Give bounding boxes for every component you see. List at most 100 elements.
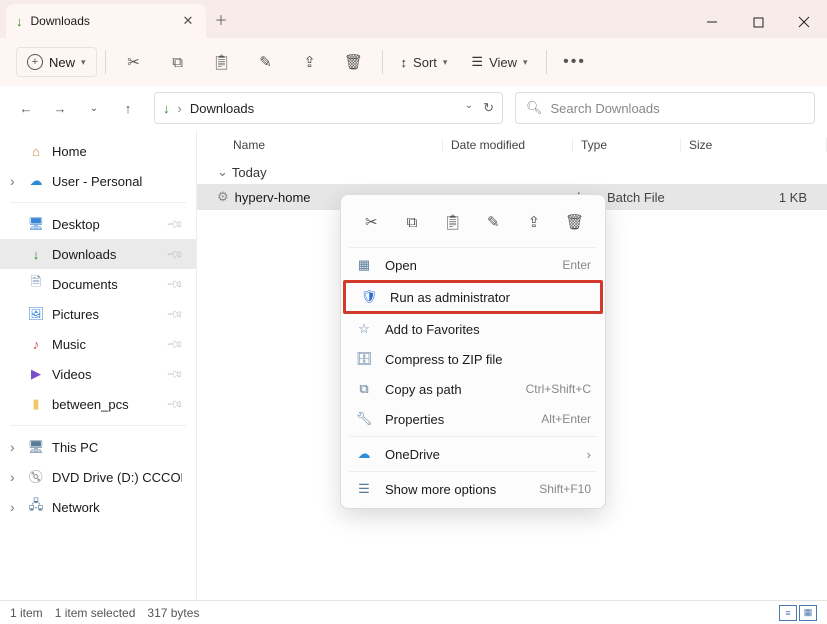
- sidebar-network[interactable]: 🖧Network: [0, 492, 196, 522]
- sort-label: Sort: [413, 55, 437, 70]
- chevron-down-icon: ⌄: [217, 164, 228, 180]
- tab-downloads[interactable]: ↓ Downloads ✕: [6, 4, 206, 38]
- chevron-down-icon[interactable]: ⌄: [465, 100, 473, 116]
- selected-count: 1 item selected: [55, 606, 136, 620]
- location-text: Downloads: [190, 101, 254, 116]
- sidebar-videos[interactable]: ▶Videos📌︎: [0, 359, 196, 389]
- selected-bytes: 317 bytes: [147, 606, 199, 620]
- sort-icon: ↕: [401, 55, 408, 70]
- sort-button[interactable]: ↕ Sort ▾: [391, 55, 458, 70]
- new-label: New: [49, 55, 75, 70]
- close-window-button[interactable]: [781, 6, 827, 38]
- sidebar-desktop[interactable]: 🖥︎Desktop📌︎: [0, 209, 196, 239]
- group-today[interactable]: ⌄ Today: [197, 160, 827, 184]
- sidebar-user[interactable]: ☁User - Personal: [0, 166, 196, 196]
- sidebar-pictures[interactable]: 🖼︎Pictures📌︎: [0, 299, 196, 329]
- ctx-copy-button[interactable]: ⧉: [397, 207, 427, 237]
- cloud-icon: ☁: [28, 173, 44, 189]
- open-icon: ▦: [355, 257, 373, 273]
- up-button[interactable]: ↑: [114, 94, 142, 122]
- col-type[interactable]: Type: [573, 138, 681, 152]
- sidebar-documents[interactable]: 🗎Documents📌︎: [0, 269, 196, 299]
- pin-icon: 📌︎: [165, 274, 184, 293]
- new-tab-button[interactable]: ＋: [206, 10, 236, 29]
- ctx-compress[interactable]: 🗄︎ Compress to ZIP file: [341, 344, 605, 374]
- desktop-icon: 🖥︎: [28, 216, 44, 232]
- download-icon: ↓: [163, 101, 170, 116]
- view-icon: ☰: [471, 54, 483, 70]
- toolbar: + New ▾ ✂ ⧉ 📋︎ ✎ ⇪ 🗑︎ ↕ Sort ▾ ☰ View ▾ …: [0, 38, 827, 86]
- download-icon: ↓: [28, 246, 44, 262]
- separator: [349, 471, 597, 472]
- document-icon: 🗎: [28, 276, 44, 292]
- ctx-more-options[interactable]: ☰ Show more options Shift+F10: [341, 474, 605, 504]
- statusbar: 1 item 1 item selected 317 bytes ≡ ▦: [0, 600, 827, 624]
- refresh-button[interactable]: ↻: [483, 100, 494, 116]
- maximize-button[interactable]: [735, 6, 781, 38]
- cut-button[interactable]: ✂: [114, 44, 154, 80]
- pin-icon: 📌︎: [165, 214, 184, 233]
- delete-button[interactable]: 🗑︎: [334, 44, 374, 80]
- col-date[interactable]: Date modified: [443, 138, 573, 152]
- ctx-favorites[interactable]: ☆ Add to Favorites: [341, 314, 605, 344]
- sidebar-between-pcs[interactable]: ▮between_pcs📌︎: [0, 389, 196, 419]
- sidebar-downloads[interactable]: ↓Downloads📌︎: [0, 239, 196, 269]
- paste-button[interactable]: 📋︎: [202, 44, 242, 80]
- copy-button[interactable]: ⧉: [158, 44, 198, 80]
- sidebar-music[interactable]: ♪Music📌︎: [0, 329, 196, 359]
- window-controls: [689, 6, 827, 38]
- tiles-view-button[interactable]: ▦: [799, 605, 817, 621]
- ctx-share-button[interactable]: ⇪: [519, 207, 549, 237]
- maximize-icon: [753, 17, 764, 28]
- share-button[interactable]: ⇪: [290, 44, 330, 80]
- batch-file-icon: ⚙: [217, 189, 229, 205]
- separator: [10, 425, 186, 426]
- address-bar[interactable]: ↓ › Downloads ⌄ ↻: [154, 92, 503, 124]
- sidebar-this-pc[interactable]: 🖥︎This PC: [0, 432, 196, 462]
- new-button[interactable]: + New ▾: [16, 47, 97, 77]
- chevron-down-icon: ▾: [81, 57, 86, 68]
- view-label: View: [489, 55, 517, 70]
- pc-icon: 🖥︎: [28, 439, 44, 455]
- ctx-properties[interactable]: 🔧︎ Properties Alt+Enter: [341, 404, 605, 434]
- ctx-run-admin[interactable]: 🛡︎ Run as administrator: [343, 280, 603, 314]
- pin-icon: 📌︎: [165, 304, 184, 323]
- sidebar-dvd[interactable]: 💿︎DVD Drive (D:) CCCOMA_X6: [0, 462, 196, 492]
- rename-button[interactable]: ✎: [246, 44, 286, 80]
- ctx-open[interactable]: ▦ Open Enter: [341, 250, 605, 280]
- recent-button[interactable]: ⌄: [80, 94, 108, 122]
- close-icon: [798, 16, 810, 28]
- ctx-paste-button[interactable]: 📋︎: [438, 207, 468, 237]
- more-button[interactable]: •••: [555, 44, 595, 80]
- forward-button[interactable]: →: [46, 94, 74, 122]
- network-icon: 🖧: [28, 499, 44, 515]
- view-button[interactable]: ☰ View ▾: [461, 54, 537, 70]
- music-icon: ♪: [28, 336, 44, 352]
- ctx-cut-button[interactable]: ✂: [356, 207, 386, 237]
- pin-icon: 📌︎: [165, 334, 184, 353]
- context-menu: ✂ ⧉ 📋︎ ✎ ⇪ 🗑︎ ▦ Open Enter 🛡︎ Run as adm…: [340, 194, 606, 509]
- back-button[interactable]: ←: [12, 94, 40, 122]
- ctx-delete-button[interactable]: 🗑︎: [560, 207, 590, 237]
- pin-icon: 📌︎: [165, 364, 184, 383]
- close-tab-icon[interactable]: ✕: [180, 13, 196, 29]
- search-placeholder: Search Downloads: [551, 101, 660, 116]
- sidebar-home[interactable]: ⌂Home: [0, 136, 196, 166]
- pictures-icon: 🖼︎: [28, 306, 44, 322]
- col-size[interactable]: Size: [681, 138, 827, 152]
- separator: [546, 50, 547, 74]
- ctx-copy-path[interactable]: ⧉ Copy as path Ctrl+Shift+C: [341, 374, 605, 404]
- copy-path-icon: ⧉: [355, 381, 373, 397]
- search-box[interactable]: 🔍︎ Search Downloads: [515, 92, 815, 124]
- pin-icon: 📌︎: [165, 244, 184, 263]
- ctx-onedrive[interactable]: ☁ OneDrive ›: [341, 439, 605, 469]
- folder-icon: ▮: [28, 396, 44, 412]
- navbar: ← → ⌄ ↑ ↓ › Downloads ⌄ ↻ 🔍︎ Search Down…: [0, 86, 827, 130]
- ctx-rename-button[interactable]: ✎: [478, 207, 508, 237]
- more-icon: ☰: [355, 481, 373, 497]
- file-name: hyperv-home: [235, 190, 311, 205]
- details-view-button[interactable]: ≡: [779, 605, 797, 621]
- separator: [382, 50, 383, 74]
- col-name[interactable]: Name: [225, 138, 443, 152]
- minimize-button[interactable]: [689, 6, 735, 38]
